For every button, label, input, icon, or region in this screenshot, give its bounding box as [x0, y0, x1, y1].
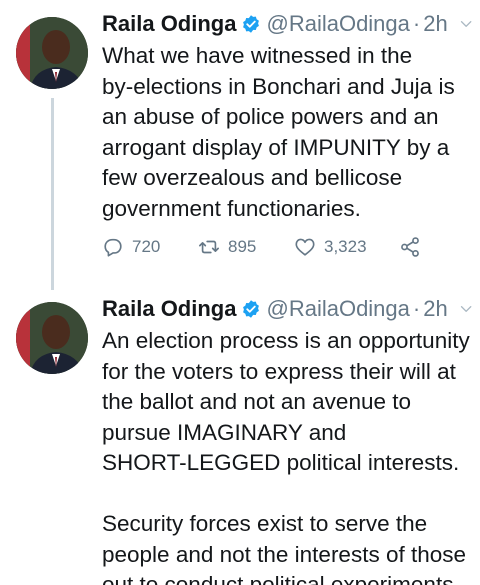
like-count: 3,323 [324, 237, 367, 256]
share-button[interactable] [399, 236, 421, 258]
reply-button[interactable]: 720 [102, 236, 198, 258]
tweet-header: Raila Odinga @RailaOdinga · 2h [102, 285, 472, 325]
author-name[interactable]: Raila Odinga [102, 11, 236, 37]
reply-count: 720 [132, 237, 161, 256]
author-handle[interactable]: @RailaOdinga [266, 296, 409, 322]
retweet-icon [199, 240, 219, 254]
tweet-header: Raila Odinga @RailaOdinga · 2h [102, 0, 472, 40]
tweet-timestamp[interactable]: 2h [423, 11, 447, 37]
header-separator: · [412, 11, 421, 36]
author-handle[interactable]: @RailaOdinga [266, 11, 409, 37]
verified-badge-icon [243, 300, 260, 318]
heart-icon [295, 238, 315, 256]
reply-icon [104, 238, 122, 257]
header-separator: · [412, 296, 421, 321]
avatar-photo-icon [16, 302, 88, 374]
tweet-text: What we have witnessed in the by-electio… [102, 43, 455, 221]
avatar[interactable] [16, 302, 88, 374]
author-name[interactable]: Raila Odinga [102, 296, 236, 322]
thread-connector-line [51, 98, 54, 290]
verified-badge-icon [243, 15, 260, 33]
chevron-down-icon[interactable] [460, 16, 472, 32]
timeline: Raila Odinga @RailaOdinga · 2h What we h… [0, 0, 480, 585]
retweet-count: 895 [228, 237, 257, 256]
tweet-text: An election process is an opportunity fo… [102, 328, 470, 585]
share-icon [401, 237, 419, 257]
tweet-timestamp[interactable]: 2h [423, 296, 447, 322]
like-button[interactable]: 3,323 [294, 236, 399, 258]
avatar-photo-icon [16, 17, 88, 89]
chevron-down-icon[interactable] [460, 301, 472, 317]
retweet-button[interactable]: 895 [198, 236, 294, 258]
avatar[interactable] [16, 17, 88, 89]
tweet-actions: 720 895 3,323 [102, 236, 421, 258]
